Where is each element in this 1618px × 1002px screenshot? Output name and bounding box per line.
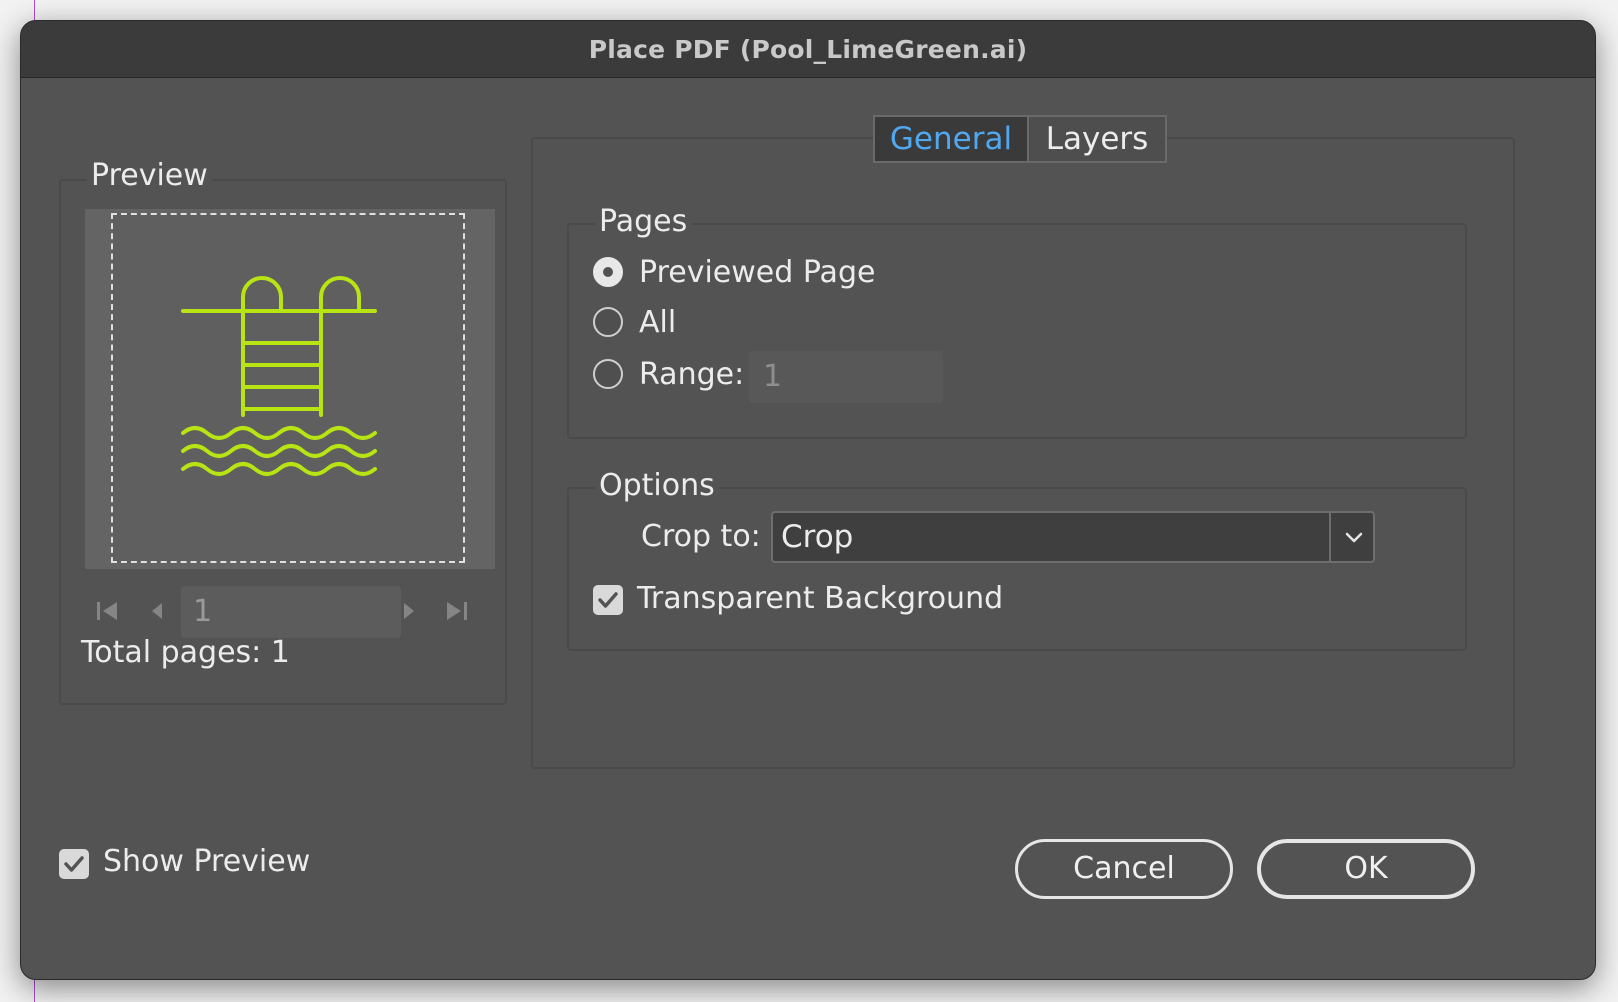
preview-area: [85, 209, 495, 569]
pages-group-label: Pages: [595, 205, 692, 239]
show-preview-label[interactable]: Show Preview: [103, 844, 310, 879]
last-page-icon[interactable]: [443, 599, 469, 623]
next-page-icon[interactable]: [399, 599, 419, 623]
tab-layers[interactable]: Layers: [1027, 115, 1167, 163]
preview-page: [111, 213, 465, 563]
tab-general[interactable]: General: [873, 115, 1029, 163]
select-divider: [1329, 513, 1331, 561]
range-label[interactable]: Range:: [639, 357, 744, 392]
previewed-page-radio[interactable]: [593, 257, 623, 287]
window-title: Place PDF (Pool_LimeGreen.ai): [588, 34, 1028, 64]
show-preview-checkbox[interactable]: [59, 849, 89, 879]
range-input[interactable]: 1: [749, 351, 943, 403]
ok-button[interactable]: OK: [1257, 839, 1475, 899]
previous-page-icon[interactable]: [147, 599, 167, 623]
crop-to-label: Crop to:: [641, 519, 761, 554]
crop-to-select[interactable]: Crop: [771, 511, 1375, 563]
all-pages-radio[interactable]: [593, 307, 623, 337]
previewed-page-label[interactable]: Previewed Page: [639, 255, 875, 290]
chevron-down-icon[interactable]: [1339, 525, 1369, 549]
total-pages-label: Total pages: 1: [81, 635, 290, 670]
title-bar[interactable]: Place PDF (Pool_LimeGreen.ai): [21, 21, 1595, 78]
preview-group-label: Preview: [87, 159, 212, 193]
crop-to-value: Crop: [781, 519, 854, 555]
transparent-background-checkbox[interactable]: [593, 585, 623, 615]
options-group-label: Options: [595, 469, 719, 503]
pool-ladder-artwork-icon: [181, 276, 377, 476]
checkmark-icon: [598, 592, 618, 608]
cancel-button[interactable]: Cancel: [1015, 839, 1233, 899]
page-number-field[interactable]: 1: [181, 586, 401, 638]
place-pdf-dialog: Place PDF (Pool_LimeGreen.ai) Preview 1 …: [20, 20, 1596, 980]
transparent-background-label[interactable]: Transparent Background: [637, 581, 1003, 616]
all-pages-label[interactable]: All: [639, 305, 676, 340]
range-radio[interactable]: [593, 359, 623, 389]
first-page-icon[interactable]: [95, 599, 121, 623]
checkmark-icon: [64, 856, 84, 872]
